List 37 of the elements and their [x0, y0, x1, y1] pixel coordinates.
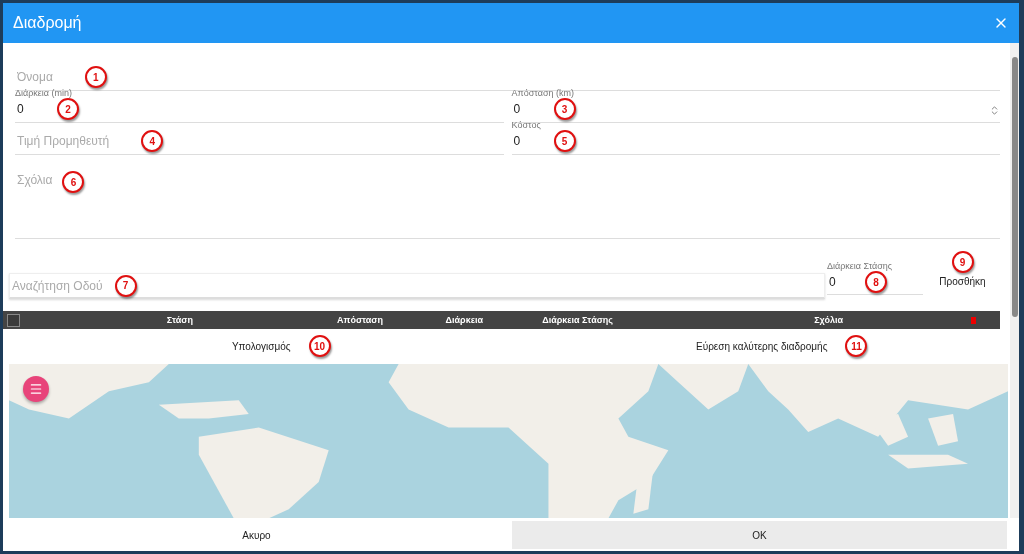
callout-badge: 9 — [951, 251, 974, 273]
search-field[interactable]: Αναζήτηση Οδού — [10, 276, 105, 295]
trash-icon[interactable] — [971, 316, 976, 324]
ok-button[interactable]: OK — [512, 521, 1007, 549]
input-field[interactable]: 0 — [511, 100, 524, 118]
column-header: Σχόλια — [813, 315, 843, 326]
menu-icon[interactable] — [29, 381, 43, 396]
action-button[interactable]: Υπολογισμός — [227, 336, 295, 356]
input-field[interactable]: 0 — [511, 132, 524, 150]
column-header: Στάση — [165, 315, 193, 326]
action-button[interactable]: Εύρεση καλύτερης διαδρομής — [692, 336, 832, 356]
checkbox[interactable] — [7, 313, 20, 327]
input-field[interactable]: 0 — [15, 100, 27, 118]
field-label: Διάρκεια (min) — [15, 88, 74, 98]
add-button[interactable]: Προσθήκη — [937, 274, 988, 289]
field-label: Διάρκεια Στάσης — [827, 261, 894, 271]
column-header: Διάρκεια — [444, 315, 483, 326]
callout-badge: 4 — [141, 130, 164, 152]
spinner-icon[interactable] — [989, 105, 1000, 116]
field-label: Κόστος — [511, 120, 542, 130]
dialog-title: Διαδρομή — [13, 14, 82, 32]
field-label: Απόσταση (km) — [511, 88, 575, 98]
input-field[interactable]: 0 — [827, 273, 839, 291]
column-header: Διάρκεια Στάσης — [541, 315, 613, 326]
callout-badge: 1 — [84, 66, 107, 88]
callout-badge: 6 — [62, 171, 85, 193]
column-header: Απόσταση — [336, 315, 383, 326]
callout-badge: 5 — [553, 130, 576, 152]
input-field[interactable]: Όνομα — [15, 68, 55, 86]
callout-badge: 7 — [114, 274, 137, 297]
callout-badge: 8 — [865, 271, 887, 293]
input-field[interactable]: Τιμή Προμηθευτή — [15, 132, 112, 150]
callout-badge: 3 — [553, 98, 576, 120]
callout-badge: 2 — [57, 98, 79, 120]
callout-badge: 11 — [845, 335, 868, 358]
comments-field[interactable]: Σχόλια — [15, 171, 55, 189]
callout-badge: 10 — [308, 335, 331, 358]
